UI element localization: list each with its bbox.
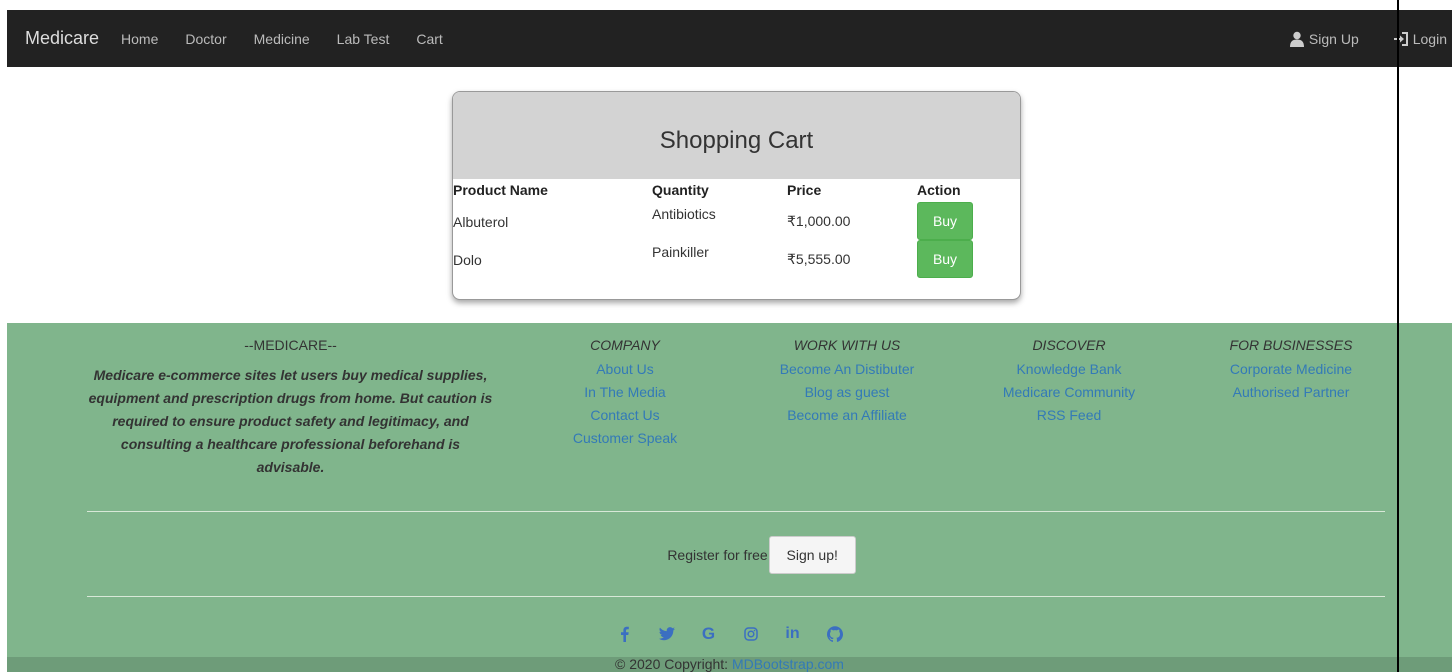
footer-link[interactable]: RSS Feed [979,404,1159,427]
footer-about-title: --MEDICARE-- [244,337,337,353]
row-price: ₹1,000.00 [787,213,851,229]
github-icon[interactable] [826,625,843,643]
register-text: Register for free [667,547,768,563]
row-product-name: Dolo [453,252,482,268]
footer-link[interactable]: Become An Distibuter [747,358,947,381]
footer-link[interactable]: In The Media [545,381,705,404]
footer-col-work-with-us: WORK WITH US Become An Distibuter Blog a… [747,337,947,427]
footer-link[interactable]: Corporate Medicine [1201,358,1381,381]
footer-divider [87,511,1385,512]
copyright-bar: © 2020 Copyright: MDBootstrap.com [7,657,1452,672]
row-quantity: Painkiller [652,244,709,260]
footer: --MEDICARE-- Medicare e-commerce sites l… [7,323,1452,672]
row-price: ₹5,555.00 [787,251,851,267]
nav-home[interactable]: Home [121,31,158,47]
footer-link[interactable]: Knowledge Bank [979,358,1159,381]
google-icon[interactable]: G [701,624,717,643]
twitter-icon[interactable] [658,625,675,643]
user-icon [1289,31,1305,47]
nav-signup[interactable]: Sign Up [1289,31,1359,47]
register-row: Register for free Sign up! [7,536,1452,574]
cart-title: Shopping Cart [659,126,814,154]
footer-col-heading: WORK WITH US [793,337,901,353]
footer-link[interactable]: About Us [545,358,705,381]
row-quantity: Antibiotics [652,206,716,222]
col-product-name: Product Name [453,182,548,198]
footer-col-discover: DISCOVER Knowledge Bank Medicare Communi… [979,337,1159,427]
nav-login-label: Login [1412,30,1447,47]
nav-cart[interactable]: Cart [416,31,442,47]
footer-link[interactable]: Customer Speak [545,427,705,450]
nav-lab-test[interactable]: Lab Test [337,31,390,47]
buy-button[interactable]: Buy [917,240,973,278]
footer-col-heading: DISCOVER [1032,337,1106,353]
col-action: Action [917,182,961,198]
col-quantity: Quantity [652,182,709,198]
footer-link[interactable]: Become an Affiliate [747,404,947,427]
navbar: Medicare Home Doctor Medicine Lab Test C… [7,10,1452,67]
footer-about-text: Medicare e-commerce sites let users buy … [88,367,493,475]
footer-divider [87,596,1385,597]
social-links: G in [7,624,1452,643]
footer-link[interactable]: Blog as guest [747,381,947,404]
copyright-link[interactable]: MDBootstrap.com [732,657,844,672]
nav-signup-label: Sign Up [1308,30,1359,47]
nav-doctor[interactable]: Doctor [185,31,226,47]
footer-link[interactable]: Medicare Community [979,381,1159,404]
footer-col-heading: COMPANY [590,337,660,353]
col-price: Price [787,182,822,198]
footer-col-heading: FOR BUSINESSES [1229,337,1353,353]
buy-button[interactable]: Buy [917,202,973,240]
shopping-cart-card: Shopping Cart Product Name Quantity Pric… [452,91,1021,300]
linkedin-icon[interactable]: in [785,625,801,643]
copyright-prefix: © 2020 Copyright: [615,657,729,672]
instagram-icon[interactable] [743,625,759,643]
nav-medicine[interactable]: Medicine [254,31,310,47]
login-icon [1393,31,1409,47]
footer-col-company: COMPANY About Us In The Media Contact Us… [545,337,705,450]
nav-login[interactable]: Login [1393,31,1447,47]
nav-right: Sign Up Login [1289,31,1452,47]
signup-button[interactable]: Sign up! [768,536,856,574]
cart-header: Shopping Cart [453,92,1020,179]
facebook-icon[interactable] [617,625,633,643]
vertical-divider-line [1397,0,1399,672]
copyright-text: © 2020 Copyright: MDBootstrap.com [7,657,1452,672]
footer-link[interactable]: Authorised Partner [1201,381,1381,404]
footer-link[interactable]: Contact Us [545,404,705,427]
row-product-name: Albuterol [453,214,509,230]
footer-col-for-businesses: FOR BUSINESSES Corporate Medicine Author… [1201,337,1381,404]
brand-logo[interactable]: Medicare [25,28,99,49]
footer-about: --MEDICARE-- Medicare e-commerce sites l… [87,337,494,479]
